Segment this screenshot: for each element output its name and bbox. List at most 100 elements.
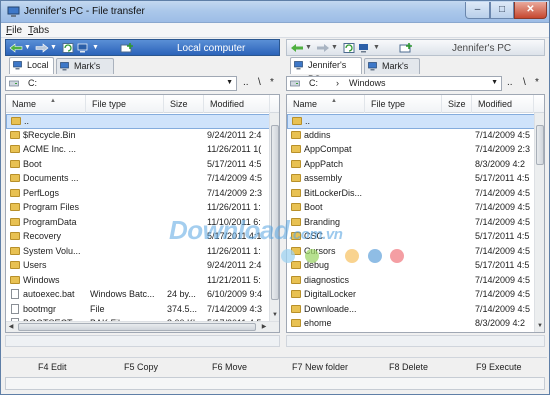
left-file-list[interactable]: Name ▲ File type Size Modified .. $Recycle… xyxy=(5,94,280,333)
right-file-list[interactable]: Name ▲ File type Size Modified .. addins 7/… xyxy=(286,94,545,333)
column-file-type[interactable]: File type xyxy=(86,95,164,113)
refresh-icon[interactable] xyxy=(61,43,75,53)
tab-local[interactable]: Local xyxy=(9,57,54,74)
column-size[interactable]: Size xyxy=(164,95,204,113)
folder-icon xyxy=(11,117,21,126)
folder-row[interactable]: .. xyxy=(6,114,279,129)
column-name[interactable]: Name ▲ xyxy=(287,95,365,113)
back-arrow-icon[interactable] xyxy=(290,43,304,53)
folder-row[interactable]: $Recycle.Bin 9/24/2011 2:4 xyxy=(6,129,279,144)
computer-icon[interactable] xyxy=(358,43,372,53)
file-row[interactable]: bootmgr File 374.5... 7/14/2009 4:3 xyxy=(6,303,279,318)
scroll-right-icon[interactable]: ▶ xyxy=(259,322,269,332)
function-key-bar: F4 Edit F5 Copy F6 Move F7 New folder F8… xyxy=(3,357,547,375)
folder-row[interactable]: AppCompat 7/14/2009 2:3 xyxy=(287,143,544,158)
cell-modified: 5/17/2011 4:5 xyxy=(207,158,262,169)
f5-copy-button[interactable]: F5 Copy xyxy=(124,362,158,372)
folder-row[interactable]: assembly 5/17/2011 4:5 xyxy=(287,172,544,187)
scroll-thumb[interactable] xyxy=(536,125,544,165)
tab-marks-pc[interactable]: Mark's PC xyxy=(56,58,114,85)
computer-dropdown-icon[interactable]: ▼ xyxy=(373,43,380,53)
minimize-button[interactable]: – xyxy=(465,2,490,19)
folder-row[interactable]: Program Files 11/26/2011 1: xyxy=(6,201,279,216)
folder-row[interactable]: BitLockerDis... 7/14/2009 4:5 xyxy=(287,187,544,202)
chevron-down-icon[interactable]: ▼ xyxy=(491,79,498,86)
back-dropdown-icon[interactable]: ▼ xyxy=(305,43,312,53)
left-favorite-button[interactable]: * xyxy=(270,76,274,89)
scroll-down-icon[interactable]: ▼ xyxy=(535,321,544,331)
folder-row[interactable]: diagnostics 7/14/2009 4:5 xyxy=(287,274,544,289)
right-path-selector[interactable]: C: › Windows ▼ xyxy=(286,76,502,91)
column-size[interactable]: Size xyxy=(442,95,472,113)
scroll-left-icon[interactable]: ◀ xyxy=(6,322,16,332)
folder-row[interactable]: DigitalLocker 7/14/2009 4:5 xyxy=(287,288,544,303)
cell-name: $Recycle.Bin xyxy=(23,129,76,140)
refresh-icon[interactable] xyxy=(342,43,356,53)
right-vertical-scrollbar[interactable]: ▼ xyxy=(534,113,544,332)
f6-move-button[interactable]: F6 Move xyxy=(212,362,247,372)
right-up-button[interactable]: .. xyxy=(507,76,513,89)
app-computer-icon xyxy=(7,6,20,17)
back-dropdown-icon[interactable]: ▼ xyxy=(24,43,31,53)
left-drive-selector[interactable]: C: ▼ xyxy=(5,76,237,91)
menu-file[interactable]: File xyxy=(6,25,22,36)
left-pane-name: Local computer xyxy=(177,43,246,54)
new-tab-icon[interactable] xyxy=(120,43,134,53)
scroll-thumb[interactable] xyxy=(271,125,279,300)
folder-row[interactable]: Users 9/24/2011 2:4 xyxy=(6,259,279,274)
forward-arrow-icon[interactable] xyxy=(35,43,49,53)
f7-new-folder-button[interactable]: F7 New folder xyxy=(292,362,348,372)
computer-dropdown-icon[interactable]: ▼ xyxy=(92,43,99,53)
close-button[interactable]: ✕ xyxy=(514,2,547,19)
left-horizontal-scrollbar[interactable]: ◀ ▶ xyxy=(6,321,279,332)
folder-row[interactable]: ehome 8/3/2009 4:2 xyxy=(287,317,544,332)
folder-row[interactable]: debug 5/17/2011 4:5 xyxy=(287,259,544,274)
maximize-button[interactable]: □ xyxy=(490,2,514,19)
cell-name: Windows xyxy=(23,274,60,285)
scroll-thumb[interactable] xyxy=(18,323,256,331)
folder-row[interactable]: System Volu... 11/26/2011 1: xyxy=(6,245,279,260)
scroll-down-icon[interactable]: ▼ xyxy=(270,310,279,320)
back-arrow-icon[interactable] xyxy=(9,43,23,53)
column-modified[interactable]: Modified xyxy=(204,95,270,113)
file-row[interactable]: autoexec.bat Windows Batc... 24 by... 6/10/… xyxy=(6,288,279,303)
right-root-button[interactable]: \ xyxy=(523,76,526,89)
folder-row[interactable]: AppPatch 8/3/2009 4:2 xyxy=(287,158,544,173)
folder-row[interactable]: .. xyxy=(287,114,544,129)
column-name[interactable]: Name ▲ xyxy=(6,95,86,113)
cell-modified: 5/17/2011 4:5 xyxy=(475,260,530,270)
chevron-down-icon[interactable]: ▼ xyxy=(226,79,233,86)
f8-delete-button[interactable]: F8 Delete xyxy=(389,362,428,372)
folder-row[interactable]: Documents ... 7/14/2009 4:5 xyxy=(6,172,279,187)
f4-edit-button[interactable]: F4 Edit xyxy=(38,362,67,372)
tab-jennifers-pc[interactable]: Jennifer's PC xyxy=(290,57,362,84)
file-icon xyxy=(10,289,20,299)
title-bar[interactable]: Jennifer's PC - File transfer – □ ✕ xyxy=(1,1,549,23)
folder-row[interactable]: Downloade... 7/14/2009 4:5 xyxy=(287,303,544,318)
folder-row[interactable]: addins 7/14/2009 4:5 xyxy=(287,129,544,144)
folder-row[interactable]: Cursors 7/14/2009 4:5 xyxy=(287,245,544,260)
folder-row[interactable]: Windows 11/21/2011 5: xyxy=(6,274,279,289)
cell-modified: 7/14/2009 4:5 xyxy=(475,303,531,314)
f9-execute-button[interactable]: F9 Execute xyxy=(476,362,522,372)
watermark: Download.com.vn xyxy=(169,215,343,246)
right-address-text: C: xyxy=(309,78,318,88)
new-tab-icon[interactable] xyxy=(399,43,413,53)
left-up-button[interactable]: .. xyxy=(243,76,249,89)
forward-arrow-icon[interactable] xyxy=(316,43,330,53)
column-modified[interactable]: Modified xyxy=(472,95,534,113)
watermark-suffix: .com.vn xyxy=(289,226,343,243)
left-root-button[interactable]: \ xyxy=(258,76,261,89)
folder-row[interactable]: Boot 7/14/2009 4:5 xyxy=(287,201,544,216)
folder-row[interactable]: ACME Inc. ... 11/26/2011 1( xyxy=(6,143,279,158)
right-favorite-button[interactable]: * xyxy=(535,76,539,89)
menu-tabs[interactable]: Tabs xyxy=(28,25,49,36)
forward-dropdown-icon[interactable]: ▼ xyxy=(331,43,338,53)
tab-marks-pc[interactable]: Mark's PC xyxy=(364,58,420,85)
forward-dropdown-icon[interactable]: ▼ xyxy=(50,43,57,53)
cell-modified: 11/26/2011 1: xyxy=(207,245,261,256)
folder-row[interactable]: Boot 5/17/2011 4:5 xyxy=(6,158,279,173)
column-file-type[interactable]: File type xyxy=(365,95,442,113)
computer-icon[interactable] xyxy=(77,43,91,53)
folder-row[interactable]: PerfLogs 7/14/2009 2:3 xyxy=(6,187,279,202)
